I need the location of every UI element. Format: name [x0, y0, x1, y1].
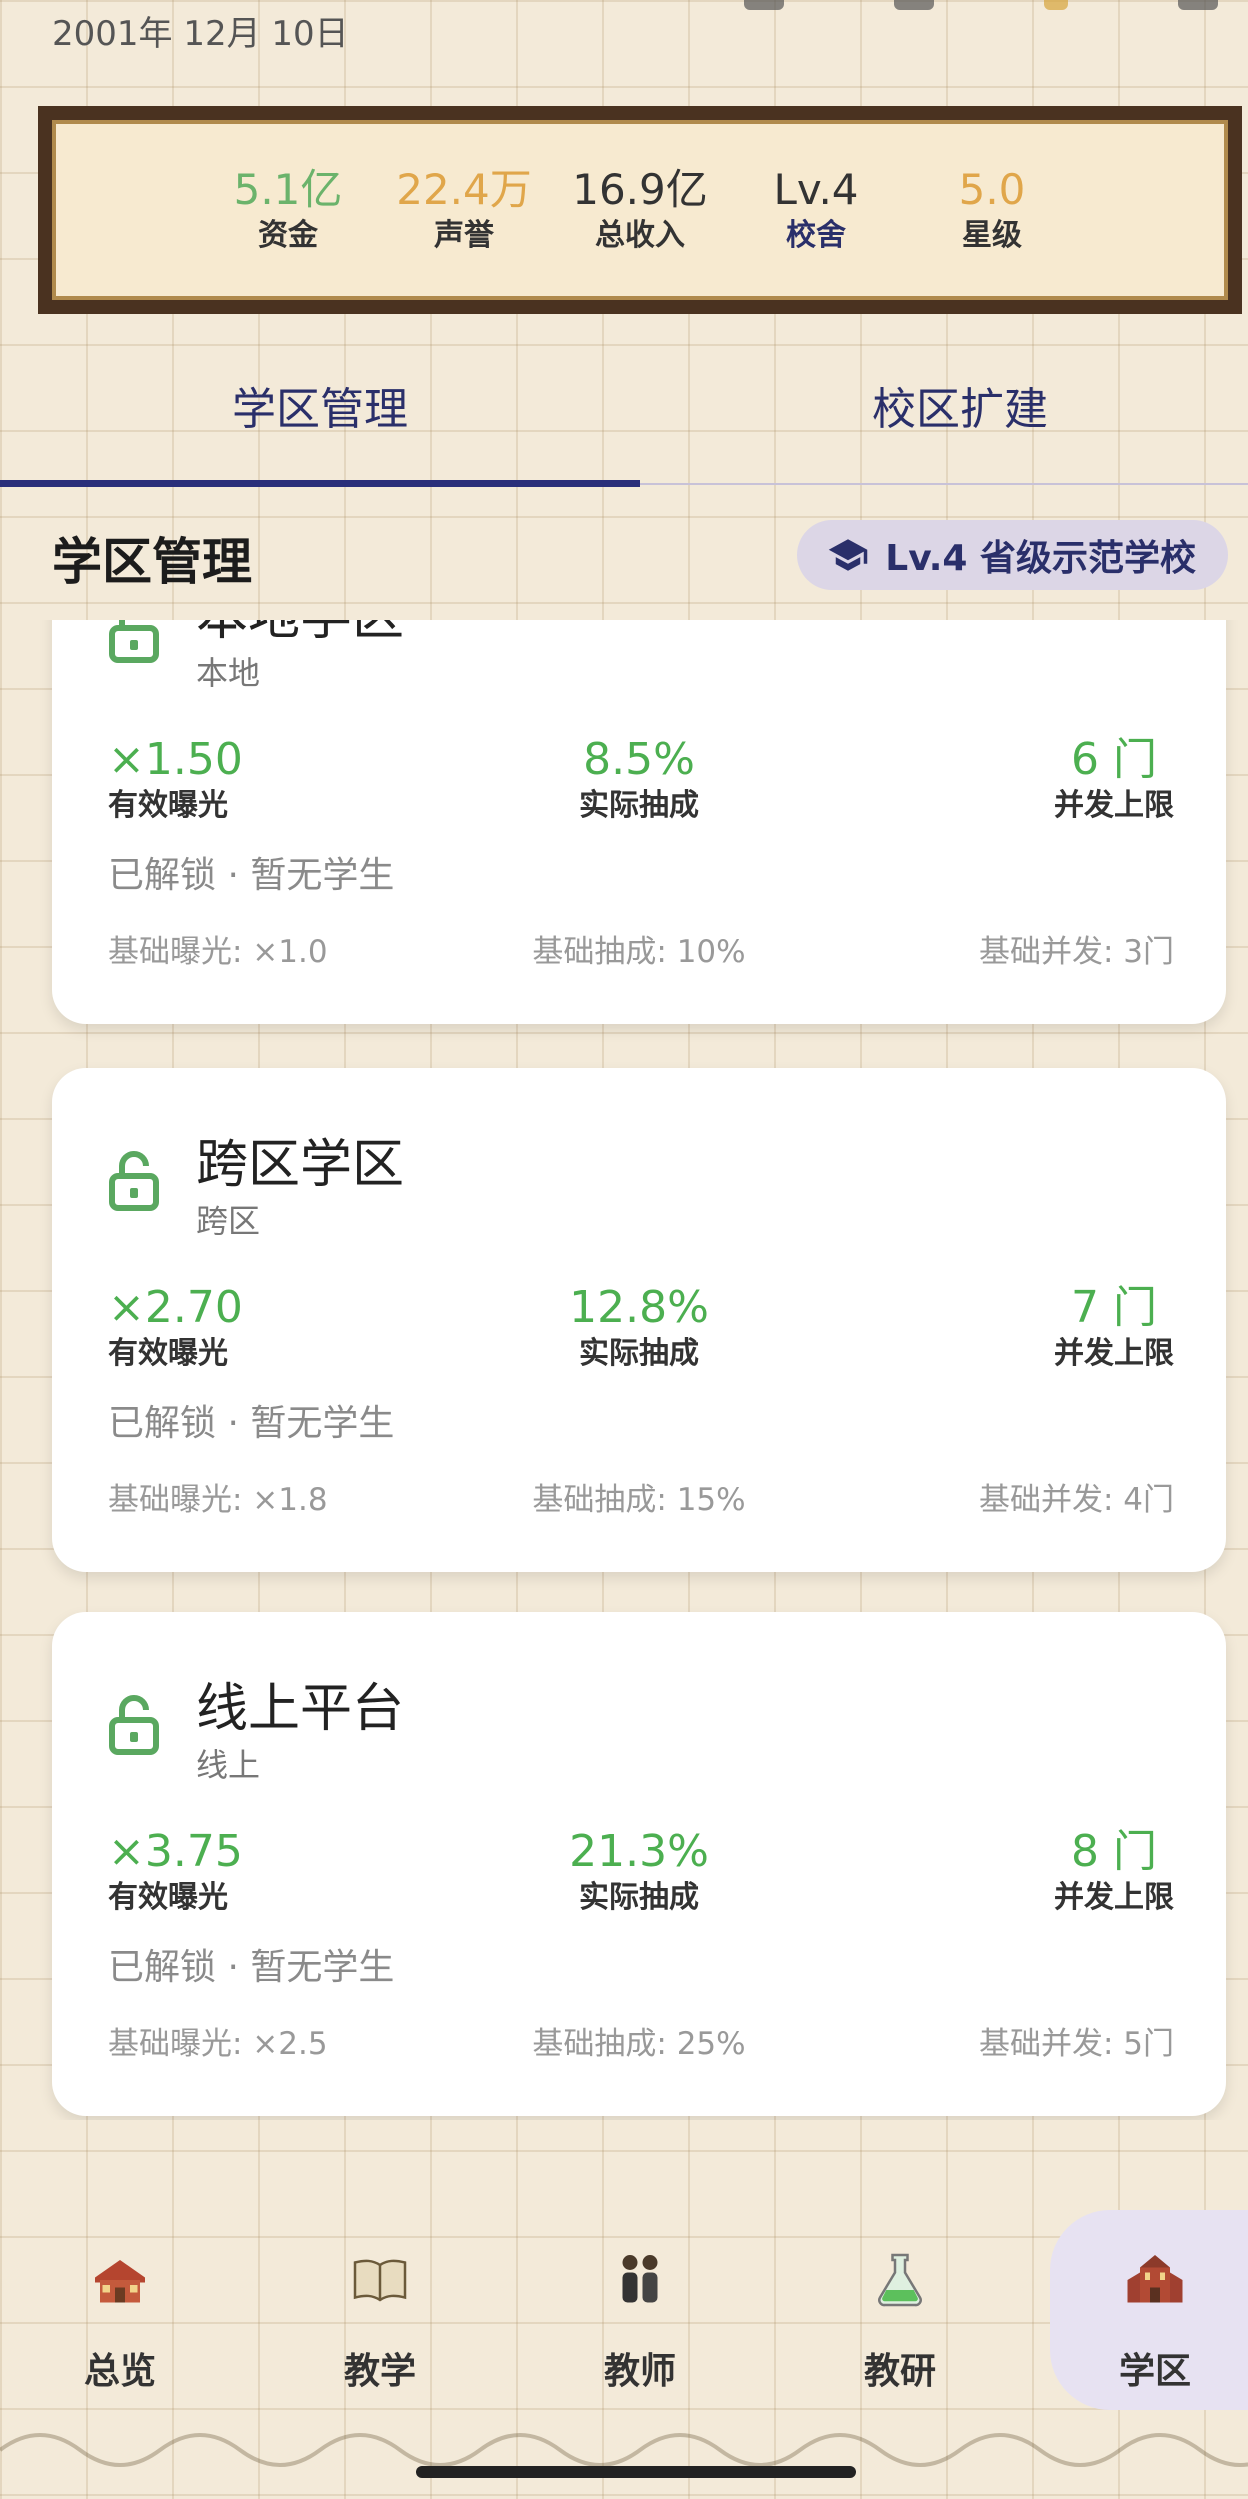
- district-title: 线上平台: [196, 1679, 405, 1739]
- stat-school-building: Lv.4 校舍: [728, 164, 904, 256]
- stat-label: 星级: [962, 218, 1022, 253]
- district-title: 跨区学区: [196, 1135, 405, 1195]
- metric-value: 7 门: [1071, 1282, 1157, 1333]
- game-date: 2001年 12月 10日: [52, 14, 349, 54]
- district-status: 已解锁 · 暂无学生: [108, 855, 395, 896]
- school-level-badge: Lv.4 省级示范学校: [797, 520, 1228, 590]
- stats-bar: 5.1亿 资金 22.4万 声誉 16.9亿 总收入 Lv.4 校舍 5.0 星…: [38, 106, 1242, 314]
- stat-label: 总收入: [595, 218, 685, 253]
- metric-rate: 21.3% 实际抽成: [52, 1826, 1226, 1918]
- metric-limit: 8 门 并发上限: [1054, 1826, 1174, 1918]
- metric-limit: 7 门 并发上限: [1054, 1282, 1174, 1374]
- unlocked-lock-icon: [109, 620, 159, 663]
- unlocked-lock-icon: [109, 1151, 159, 1211]
- district-subtitle: 线上: [196, 1746, 261, 1784]
- stat-label: 资金: [258, 218, 318, 253]
- active-tab-indicator: [0, 480, 640, 487]
- metric-limit: 6 门 并发上限: [1054, 734, 1174, 826]
- stat-value: 22.4万: [396, 165, 532, 214]
- metric-label: 并发上限: [1054, 788, 1174, 823]
- district-subtitle: 本地: [196, 654, 261, 692]
- coin-icon: [1044, 0, 1068, 10]
- district-card-cross[interactable]: 跨区学区 跨区 ×2.70 有效曝光 12.8% 实际抽成 7 门 并发上限 已…: [52, 1068, 1226, 1572]
- metric-label: 实际抽成: [579, 788, 699, 823]
- metric-value: 8 门: [1071, 1826, 1157, 1877]
- tab-divider: [640, 483, 1248, 485]
- metric-value: 21.3%: [569, 1826, 709, 1877]
- district-subtitle: 跨区: [196, 1202, 261, 1240]
- nav-label: 教师: [603, 2351, 676, 2392]
- stat-total-income: 16.9亿 总收入: [552, 164, 728, 256]
- nav-overview[interactable]: 总览: [0, 2210, 240, 2410]
- school-house-icon: [95, 2260, 145, 2303]
- metric-label: 实际抽成: [579, 1880, 699, 1915]
- teachers-icon: [622, 2255, 658, 2303]
- bell-icon[interactable]: [744, 0, 784, 10]
- metric-label: 并发上限: [1054, 1880, 1174, 1915]
- stat-value: Lv.4: [773, 165, 859, 214]
- metric-label: 并发上限: [1054, 1336, 1174, 1371]
- metric-value: 6 门: [1071, 734, 1157, 785]
- district-list[interactable]: 本地学区 本地 ×1.50 有效曝光 8.5% 实际抽成 6 门 并发上限 已解…: [0, 620, 1248, 2120]
- nav-teaching[interactable]: 教学: [260, 2210, 500, 2410]
- stat-label: 校舍: [786, 218, 846, 253]
- stat-funds: 5.1亿 资金: [200, 164, 376, 256]
- unlocked-lock-icon: [109, 1695, 159, 1755]
- district-status: 已解锁 · 暂无学生: [108, 1947, 395, 1988]
- open-book-icon: [353, 2259, 407, 2302]
- metric-value: 8.5%: [583, 734, 695, 785]
- base-limit: 基础并发: 3门: [978, 934, 1174, 970]
- campus-building-icon: [1127, 2255, 1183, 2303]
- tab-campus-expansion[interactable]: 校区扩建: [640, 370, 1248, 450]
- district-title: 本地学区: [196, 620, 404, 649]
- pause-icon[interactable]: [1178, 0, 1218, 10]
- stat-value: 5.1亿: [233, 165, 343, 214]
- badge-label: Lv.4 省级示范学校: [885, 538, 1196, 579]
- district-card-online[interactable]: 线上平台 线上 ×3.75 有效曝光 21.3% 实际抽成 8 门 并发上限 已…: [52, 1612, 1226, 2116]
- decorative-border: [0, 2433, 1248, 2467]
- nav-label: 学区: [1118, 2351, 1191, 2392]
- nav-district[interactable]: 学区: [1050, 2210, 1248, 2410]
- metric-label: 实际抽成: [579, 1336, 699, 1371]
- district-status: 已解锁 · 暂无学生: [108, 1403, 395, 1444]
- stat-label: 声誉: [434, 218, 494, 253]
- metric-rate: 12.8% 实际抽成: [52, 1282, 1226, 1374]
- flask-icon: [878, 2253, 922, 2307]
- home-indicator[interactable]: [416, 2466, 856, 2478]
- tab-district-management[interactable]: 学区管理: [0, 370, 640, 450]
- stat-value: 16.9亿: [572, 165, 708, 214]
- nav-research[interactable]: 教研: [780, 2210, 1020, 2410]
- metric-value: 12.8%: [569, 1282, 709, 1333]
- graduation-cap-icon: [829, 539, 868, 571]
- bottom-nav: 总览 教学 教师 教研 学区: [0, 2210, 1248, 2410]
- top-icons: [744, 0, 1218, 10]
- gear-icon[interactable]: [894, 0, 934, 10]
- tab-bar: 学区管理 校区扩建: [0, 370, 1248, 490]
- metric-rate: 8.5% 实际抽成: [52, 734, 1226, 826]
- nav-label: 教学: [343, 2351, 416, 2392]
- stat-reputation: 22.4万 声誉: [376, 164, 552, 256]
- nav-label: 总览: [83, 2351, 156, 2392]
- district-card-local[interactable]: 本地学区 本地 ×1.50 有效曝光 8.5% 实际抽成 6 门 并发上限 已解…: [52, 620, 1226, 1024]
- section-title: 学区管理: [52, 533, 252, 591]
- nav-teachers[interactable]: 教师: [520, 2210, 760, 2410]
- base-limit: 基础并发: 4门: [978, 1482, 1174, 1518]
- stat-star-rating: 5.0 星级: [904, 164, 1080, 256]
- stat-value: 5.0: [958, 165, 1026, 214]
- nav-label: 教研: [863, 2351, 936, 2392]
- base-limit: 基础并发: 5门: [978, 2026, 1174, 2062]
